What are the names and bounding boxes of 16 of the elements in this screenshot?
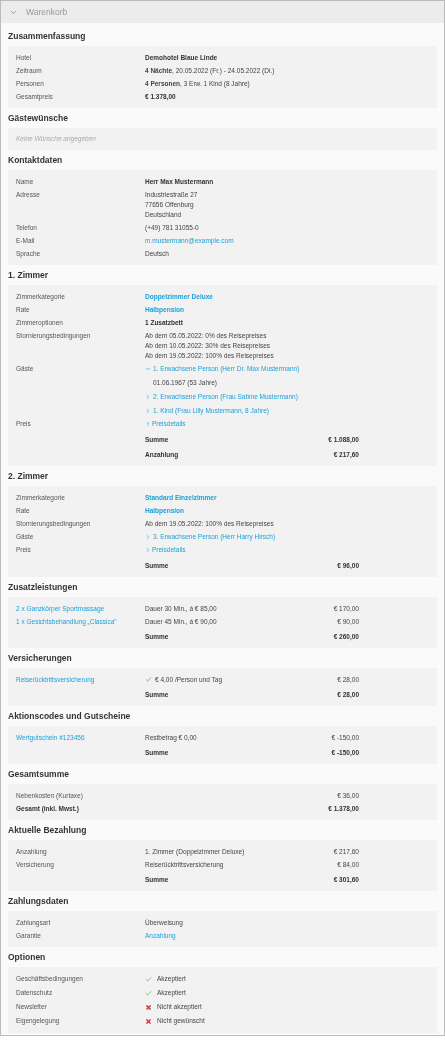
chevron-right-icon — [145, 421, 151, 427]
chevron-right-icon — [145, 547, 151, 553]
section-heading: 1. Zimmer — [8, 268, 49, 282]
section-heading: Aktuelle Bezahlung — [8, 823, 87, 837]
section-heading: Kontaktdaten — [8, 153, 63, 167]
cart-title: Warenkorb — [26, 5, 68, 19]
section-heading: Zusammenfassung — [8, 29, 86, 43]
section-heading: Zahlungsdaten — [8, 894, 69, 908]
section-heading: Versicherungen — [8, 651, 72, 665]
section-heading: Gesamtsumme — [8, 767, 69, 781]
section-heading: Optionen — [8, 950, 46, 964]
section-heading: Gästewünsche — [8, 111, 68, 125]
section-heading: Aktionscodes und Gutscheine — [8, 709, 131, 723]
section-heading: 2. Zimmer — [8, 469, 49, 483]
cart-header[interactable]: Warenkorb — [1, 1, 444, 23]
section-heading: Zusatzleistungen — [8, 580, 78, 594]
